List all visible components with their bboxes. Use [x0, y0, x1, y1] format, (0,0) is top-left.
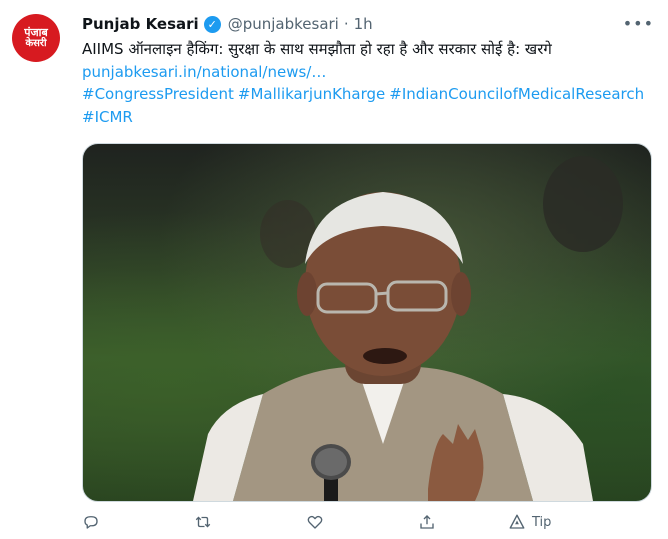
tweet-body: AIIMS ऑनलाइन हैकिंग: सुरक्षा के साथ समझौ…	[82, 40, 552, 58]
retweet-button[interactable]	[194, 508, 212, 536]
tweet-image[interactable]	[82, 143, 652, 502]
reply-icon	[84, 516, 98, 529]
tweet-actions: Tip	[82, 508, 582, 536]
avatar[interactable]: पंजाब केसरी	[12, 14, 60, 62]
avatar-text-line2: केसरी	[25, 37, 47, 49]
verified-badge-icon: ✓	[203, 15, 221, 33]
share-icon	[420, 515, 434, 529]
tip-icon	[509, 514, 525, 529]
tip-label: Tip	[532, 514, 552, 530]
more-options-icon[interactable]: •••	[623, 14, 654, 33]
tweet-card[interactable]: पंजाब केसरी Punjab Kesari ✓ @punjabkesar…	[0, 0, 668, 539]
hashtag-icmr-full[interactable]: #IndianCouncilofMedicalResearch	[389, 85, 644, 103]
tip-button[interactable]: Tip	[508, 508, 551, 536]
hashtag-congresspresident[interactable]: #CongressPresident	[82, 85, 234, 103]
avatar-text-line1: पंजाब	[24, 25, 48, 39]
share-button[interactable]	[418, 508, 436, 536]
article-link[interactable]: punjabkesari.in/national/news/…	[82, 63, 326, 81]
hashtag-icmr[interactable]: #ICMR	[82, 108, 133, 126]
tweet-header: Punjab Kesari ✓ @punjabkesari · 1h	[82, 13, 373, 35]
separator-dot: ·	[343, 15, 349, 33]
reply-button[interactable]	[82, 508, 100, 536]
photo-of-speaker-with-microphone	[193, 156, 623, 501]
timestamp[interactable]: 1h	[354, 15, 373, 33]
hashtag-mallikarjunkharge[interactable]: #MallikarjunKharge	[238, 85, 385, 103]
like-button[interactable]	[306, 508, 324, 536]
account-name[interactable]: Punjab Kesari	[82, 15, 199, 33]
retweet-icon	[195, 516, 211, 528]
tweet-text: AIIMS ऑनलाइन हैकिंग: सुरक्षा के साथ समझौ…	[82, 38, 654, 128]
account-handle[interactable]: @punjabkesari	[228, 15, 339, 33]
like-icon	[307, 515, 323, 529]
